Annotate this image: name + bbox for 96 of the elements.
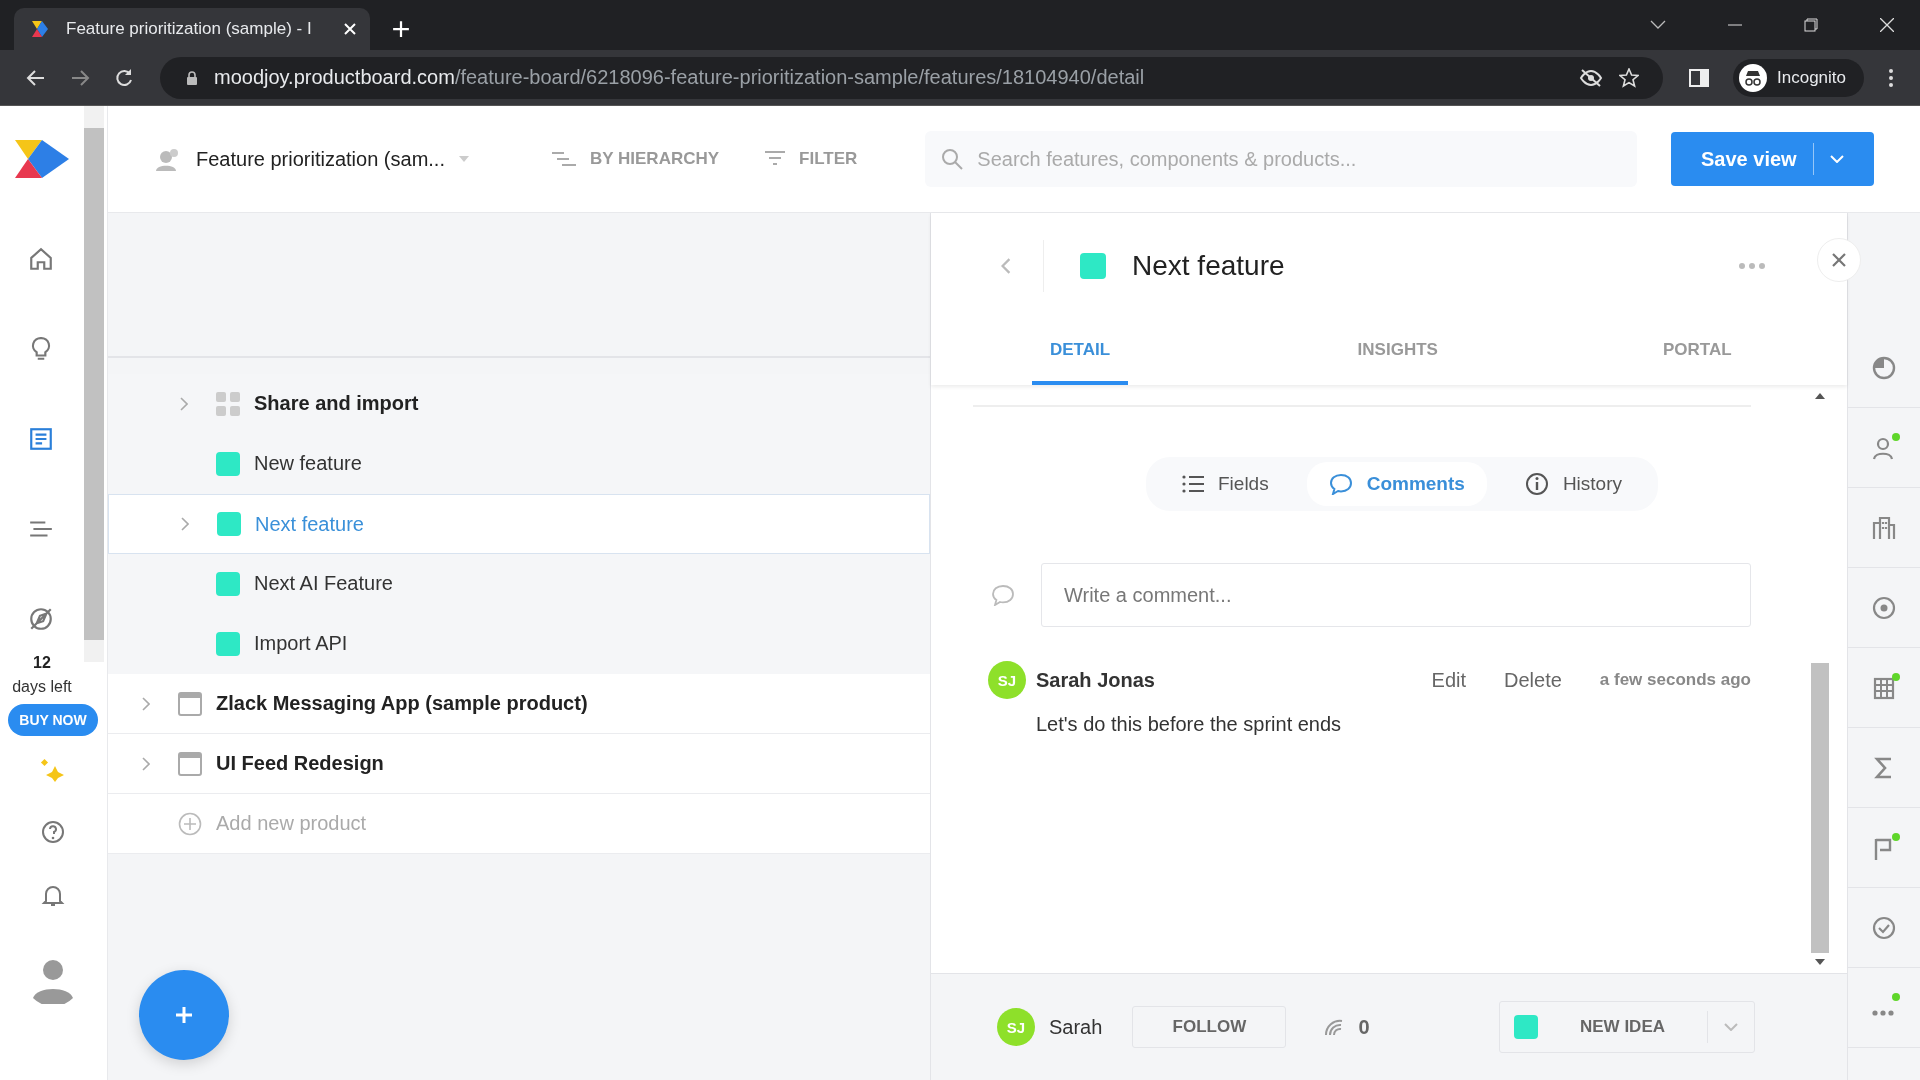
lock-icon [186, 70, 198, 85]
board-selector[interactable]: Feature prioritization (sam... [156, 147, 546, 171]
followers-icon [1324, 1018, 1345, 1036]
tree-item-name: Next AI Feature [254, 572, 393, 595]
caret-icon [459, 156, 469, 162]
close-window-icon[interactable] [1880, 18, 1894, 32]
chevron-right-icon[interactable] [180, 396, 188, 411]
url-text: moodjoy.productboard.com/feature-board/6218096-feature-prioritization-sample/features/18104940/detail [214, 66, 1145, 89]
browser-menu-icon[interactable] [1888, 67, 1894, 88]
feature-swatch [217, 512, 241, 536]
view-toggle[interactable]: Comments [1306, 462, 1487, 506]
compass-icon[interactable] [28, 606, 54, 632]
product-icon [178, 691, 202, 716]
follow-button[interactable]: FOLLOW [1132, 1006, 1287, 1048]
comment-field[interactable]: Write a comment... [1041, 563, 1751, 627]
delete-link[interactable]: Delete [1504, 668, 1562, 692]
tree-item-name: Next feature [255, 512, 364, 536]
add-button[interactable] [139, 970, 229, 1060]
eye-off-icon[interactable] [1579, 68, 1603, 87]
chevron-right-icon[interactable] [181, 517, 189, 531]
grid-icon[interactable] [1871, 674, 1897, 701]
search-input[interactable]: Search features, components & products... [975, 146, 1622, 172]
incognito-icon [1739, 63, 1767, 92]
document-icon[interactable] [28, 426, 54, 452]
search-field[interactable]: Search features, components & products... [925, 131, 1638, 187]
close-icon [1832, 253, 1846, 267]
info-icon [1524, 472, 1549, 496]
browser-tab[interactable]: Feature prioritization (sample) - I [14, 8, 370, 50]
pie-icon[interactable] [1871, 354, 1897, 381]
save-view-button[interactable]: Save view [1671, 132, 1874, 186]
followers-count: 0 [1358, 1015, 1370, 1039]
list-icon [1182, 474, 1204, 494]
product-icon [178, 751, 202, 776]
buy-now-button[interactable]: BUY NOW [8, 704, 98, 736]
product-row[interactable]: UI Feed Redesign [108, 734, 930, 794]
reload-icon[interactable] [114, 67, 134, 88]
comment-time: a few seconds ago [1599, 670, 1751, 690]
close-tab-icon[interactable] [344, 23, 356, 35]
author-avatar: SJ [988, 661, 1026, 699]
close-button[interactable] [1817, 238, 1861, 282]
tree-item-name: Share and import [254, 392, 419, 415]
product-name: UI Feed Redesign [216, 752, 384, 775]
speech-bubble-icon [1328, 473, 1353, 495]
person-icon[interactable] [1871, 434, 1897, 461]
add-circle-icon [178, 811, 202, 836]
comment-text: Let's do this before the sprint ends [1036, 713, 1343, 736]
scroll-down-icon[interactable] [1815, 959, 1825, 965]
feature-swatch [1080, 253, 1106, 279]
trial-label: days left [12, 678, 72, 696]
check-icon[interactable] [1871, 914, 1897, 941]
feature-swatch [216, 451, 240, 476]
star-icon[interactable] [1619, 67, 1639, 88]
panel-tab[interactable]: DETAIL [1032, 319, 1128, 385]
scroll-up-icon[interactable] [1815, 393, 1825, 399]
address-bar[interactable]: moodjoy.productboard.com/feature-board/6218096-feature-prioritization-sample/features/18104940/detail [160, 56, 1663, 99]
comment-icon [991, 584, 1015, 606]
chevron-right-icon[interactable] [142, 756, 150, 771]
profile-button[interactable]: Incognito [1733, 58, 1864, 97]
building-icon[interactable] [1871, 514, 1897, 541]
add-product-label: Add new product [216, 812, 367, 835]
product-row[interactable]: Zlack Messaging App (sample product) [108, 674, 930, 734]
side-panel-icon[interactable] [1689, 67, 1709, 88]
status-dropdown[interactable]: NEW IDEA [1499, 1001, 1755, 1053]
filter-icon [765, 150, 786, 168]
scrollbar[interactable] [84, 106, 104, 662]
search-icon [941, 148, 964, 170]
component-icon [216, 391, 240, 416]
hierarchy-icon [552, 151, 576, 167]
owner-avatar: SJ [997, 1008, 1035, 1046]
new-tab-icon[interactable] [392, 20, 410, 38]
feature-title: Next feature [1132, 250, 1285, 282]
product-name: Zlack Messaging App (sample product) [216, 692, 588, 715]
tab-title: Feature prioritization (sample) - I [66, 19, 313, 39]
comment-author: Sarah Jonas [1036, 668, 1155, 692]
tree-item-name: Import API [254, 632, 348, 655]
forward-icon[interactable] [70, 67, 90, 88]
status-swatch [1514, 1015, 1538, 1039]
owner-name: Sarah [1049, 1015, 1103, 1039]
tree-item-name: New feature [254, 452, 362, 475]
chevron-right-icon[interactable] [142, 696, 150, 711]
help-icon[interactable] [41, 820, 65, 844]
tab-search-icon[interactable] [1650, 20, 1666, 30]
edit-link[interactable]: Edit [1431, 668, 1466, 692]
logo-icon[interactable] [15, 140, 69, 178]
view-toggle[interactable]: History [1502, 462, 1644, 506]
trial-days: 12 [33, 654, 51, 672]
feature-swatch [216, 631, 240, 656]
tree-row[interactable]: Next feature [108, 494, 930, 554]
view-toggle[interactable]: Fields [1160, 462, 1291, 506]
target-icon[interactable] [1871, 594, 1897, 621]
more-icon[interactable] [1739, 263, 1765, 269]
feature-swatch [216, 571, 240, 596]
back-icon[interactable] [26, 67, 46, 88]
restore-icon[interactable] [1804, 18, 1818, 32]
home-icon[interactable] [28, 246, 54, 272]
back-chevron-icon[interactable] [1001, 258, 1011, 274]
